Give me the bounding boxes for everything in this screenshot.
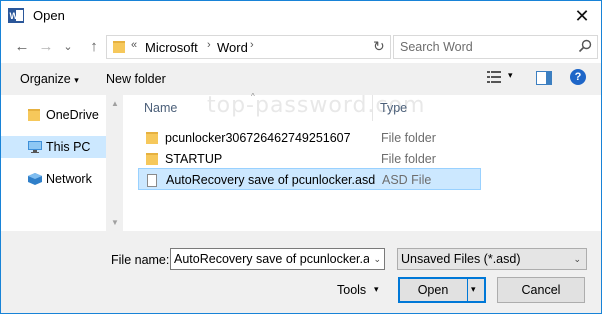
file-name-value[interactable]: AutoRecovery save of pcunlocker.asd bbox=[174, 252, 369, 266]
help-icon[interactable]: ? bbox=[570, 69, 586, 85]
file-name-field[interactable]: AutoRecovery save of pcunlocker.asd ⌄ bbox=[170, 248, 385, 270]
cancel-button[interactable]: Cancel bbox=[497, 277, 585, 303]
network-icon bbox=[28, 173, 42, 185]
forward-button[interactable]: → bbox=[36, 37, 56, 57]
title-bar: W Open ✕ bbox=[1, 1, 601, 31]
sidebar-item-network[interactable]: Network bbox=[1, 168, 106, 190]
search-placeholder[interactable]: Search Word bbox=[400, 40, 473, 54]
sidebar-item-label: Network bbox=[46, 172, 92, 186]
search-icon[interactable] bbox=[578, 39, 592, 53]
navigation-pane: OneDrive This PC Network bbox=[1, 95, 106, 231]
file-list: top-password.com ^ Name Type pcunlocker3… bbox=[123, 92, 601, 231]
navigation-pane-scrollbar[interactable]: ▲ ▼ bbox=[106, 95, 123, 231]
recent-locations-button[interactable]: ⌄ bbox=[58, 37, 78, 57]
onedrive-folder-icon bbox=[28, 109, 40, 121]
dialog-footer: File name: AutoRecovery save of pcunlock… bbox=[1, 231, 601, 313]
open-button[interactable]: Open ▾ bbox=[398, 277, 486, 303]
column-header-name[interactable]: Name bbox=[144, 101, 177, 115]
tools-caret-icon[interactable]: ▾ bbox=[374, 284, 379, 295]
file-row[interactable]: STARTUP File folder bbox=[138, 148, 481, 170]
address-bar[interactable]: « Microsoft › Word › ↻ bbox=[106, 35, 391, 59]
file-name: STARTUP bbox=[165, 152, 223, 166]
file-type-select[interactable]: Unsaved Files (*.asd) ⌄ bbox=[397, 248, 587, 270]
sidebar-item-label: This PC bbox=[46, 140, 91, 154]
chevron-down-icon[interactable]: ⌄ bbox=[373, 254, 381, 265]
column-divider[interactable] bbox=[372, 95, 373, 121]
command-bar: Organize ▾ New folder ▾ ? bbox=[1, 63, 601, 95]
cancel-button-label: Cancel bbox=[521, 283, 561, 297]
breadcrumb-microsoft[interactable]: Microsoft bbox=[145, 40, 198, 55]
sidebar-item-label: OneDrive bbox=[46, 108, 99, 122]
organize-label: Organize bbox=[20, 72, 71, 86]
sort-indicator-icon: ^ bbox=[251, 92, 255, 101]
open-split-button[interactable]: ▾ bbox=[467, 279, 484, 301]
overflow-chevron[interactable]: « bbox=[131, 39, 137, 51]
breadcrumb-separator[interactable]: › bbox=[250, 39, 254, 51]
computer-icon bbox=[28, 141, 42, 153]
close-button[interactable]: ✕ bbox=[571, 5, 593, 27]
tools-button[interactable]: Tools bbox=[337, 283, 366, 297]
organize-caret-icon: ▾ bbox=[74, 75, 79, 85]
view-options-caret-icon[interactable]: ▾ bbox=[508, 70, 513, 81]
sidebar-item-onedrive[interactable]: OneDrive bbox=[1, 104, 106, 126]
chevron-down-icon[interactable]: ⌄ bbox=[573, 254, 581, 265]
breadcrumb-word[interactable]: Word bbox=[217, 40, 248, 55]
sidebar-item-this-pc[interactable]: This PC bbox=[1, 136, 106, 158]
file-name: pcunlocker306726462749251607 bbox=[165, 131, 351, 145]
navigation-bar: ← → ⌄ ↑ « Microsoft › Word › ↻ Search Wo… bbox=[1, 31, 601, 63]
preview-pane-icon[interactable] bbox=[536, 71, 552, 85]
column-header-type[interactable]: Type bbox=[380, 101, 407, 115]
organize-button[interactable]: Organize ▾ bbox=[20, 72, 79, 86]
scroll-down-icon[interactable]: ▼ bbox=[111, 218, 119, 227]
folder-icon bbox=[146, 132, 158, 144]
open-dialog: W Open ✕ ← → ⌄ ↑ « Microsoft › Word › ↻ … bbox=[0, 0, 602, 314]
back-button[interactable]: ← bbox=[12, 37, 32, 57]
up-button[interactable]: ↑ bbox=[84, 37, 104, 57]
document-icon bbox=[147, 174, 157, 187]
file-name: AutoRecovery save of pcunlocker.asd bbox=[166, 173, 376, 187]
folder-icon bbox=[146, 153, 158, 165]
word-icon: W bbox=[8, 8, 24, 23]
file-row[interactable]: AutoRecovery save of pcunlocker.asd ASD … bbox=[138, 168, 481, 190]
scroll-up-icon[interactable]: ▲ bbox=[111, 99, 119, 108]
file-type: File folder bbox=[381, 131, 436, 145]
breadcrumb-separator[interactable]: › bbox=[207, 39, 211, 51]
svg-text:W: W bbox=[10, 11, 19, 21]
view-options-icon[interactable] bbox=[487, 71, 501, 83]
file-type: File folder bbox=[381, 152, 436, 166]
open-button-label: Open bbox=[417, 283, 449, 297]
file-type-value: Unsaved Files (*.asd) bbox=[401, 252, 521, 266]
file-name-label: File name: bbox=[111, 253, 170, 267]
search-box[interactable]: Search Word bbox=[393, 35, 598, 59]
file-row[interactable]: pcunlocker306726462749251607 File folder bbox=[138, 127, 481, 149]
browser-area: OneDrive This PC Network ▲ ▼ top-passwor… bbox=[1, 92, 601, 231]
new-folder-button[interactable]: New folder bbox=[106, 72, 166, 86]
dialog-title: Open bbox=[33, 8, 65, 23]
folder-icon bbox=[113, 41, 125, 53]
open-split-caret-icon: ▾ bbox=[471, 284, 476, 294]
refresh-icon[interactable]: ↻ bbox=[373, 38, 385, 55]
file-type: ASD File bbox=[382, 173, 432, 187]
